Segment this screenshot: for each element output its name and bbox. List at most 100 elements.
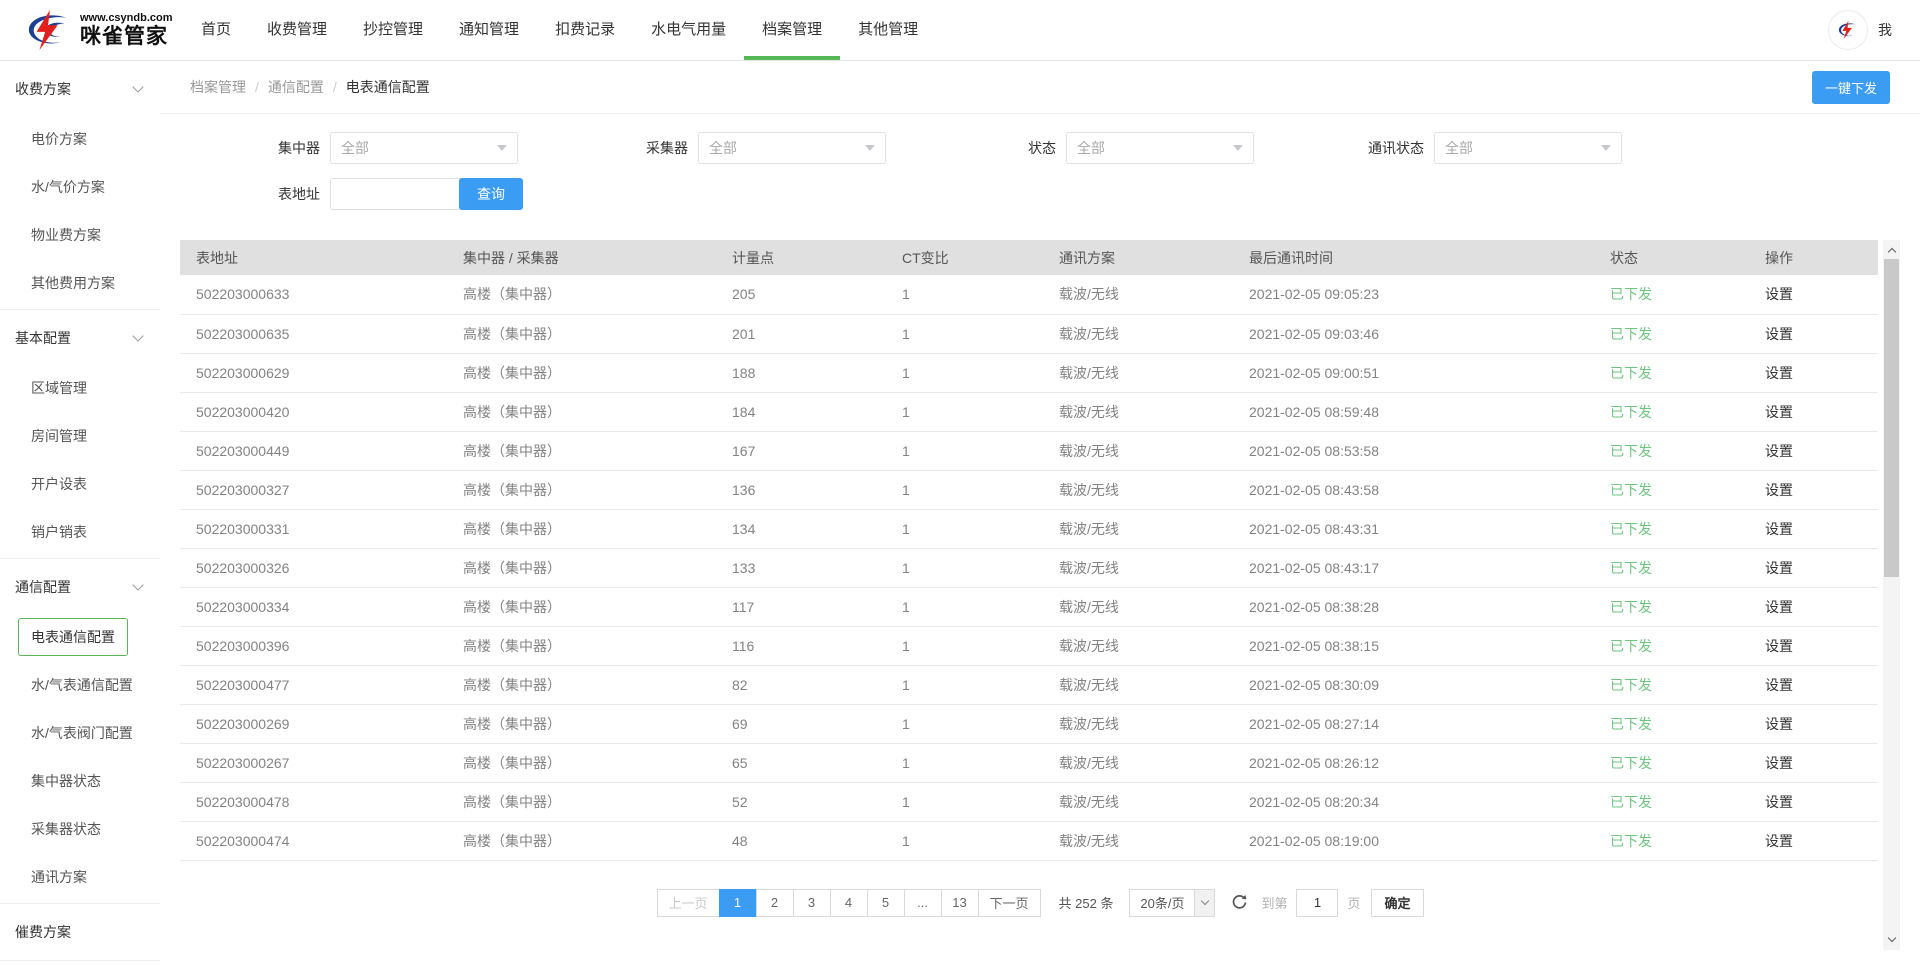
prev-page-button[interactable]: 上一页	[657, 889, 720, 917]
cell-action: 设置	[1749, 821, 1878, 860]
nav-tab-2[interactable]: 收费管理	[249, 0, 345, 60]
sidebar-item[interactable]: 通讯方案	[0, 853, 160, 901]
cell-status: 已下发	[1594, 704, 1749, 743]
page-button-13[interactable]: 13	[941, 889, 979, 917]
sidebar-item[interactable]: 电表通信配置	[0, 613, 160, 661]
status-badge: 已下发	[1610, 833, 1652, 849]
table-row: 502203000477高楼（集中器）821载波/无线2021-02-05 08…	[180, 665, 1878, 704]
settings-link[interactable]: 设置	[1765, 794, 1793, 810]
cell-device: 高楼（集中器）	[447, 314, 716, 353]
user-menu-label[interactable]: 我	[1878, 20, 1892, 40]
cell-action: 设置	[1749, 665, 1878, 704]
settings-link[interactable]: 设置	[1765, 443, 1793, 459]
search-button[interactable]: 查询	[459, 178, 523, 210]
goto-page-input[interactable]	[1296, 889, 1338, 917]
caret-down-icon	[865, 145, 875, 151]
status-badge: 已下发	[1610, 482, 1652, 498]
table-row: 502203000396高楼（集中器）1161载波/无线2021-02-05 0…	[180, 626, 1878, 665]
settings-link[interactable]: 设置	[1765, 365, 1793, 381]
comm-status-select[interactable]: 全部	[1434, 132, 1622, 164]
nav-tab-8[interactable]: 其他管理	[840, 0, 936, 60]
nav-tab-6[interactable]: 水电气用量	[633, 0, 744, 60]
settings-link[interactable]: 设置	[1765, 560, 1793, 576]
settings-link[interactable]: 设置	[1765, 638, 1793, 654]
scroll-up-icon[interactable]	[1883, 243, 1900, 258]
cell-comm-plan: 载波/无线	[1043, 509, 1233, 548]
settings-link[interactable]: 设置	[1765, 521, 1793, 537]
nav-tab-3[interactable]: 抄控管理	[345, 0, 441, 60]
settings-link[interactable]: 设置	[1765, 286, 1793, 302]
collector-select[interactable]: 全部	[698, 132, 886, 164]
sidebar-item[interactable]: 物业费方案	[0, 211, 160, 259]
cell-meter-address: 502203000629	[180, 353, 447, 392]
user-avatar[interactable]	[1828, 10, 1868, 50]
sidebar-item[interactable]: 水/气价方案	[0, 163, 160, 211]
sidebar-group-title[interactable]: 收费方案	[0, 63, 160, 115]
cell-action: 设置	[1749, 626, 1878, 665]
page-button-3[interactable]: 3	[793, 889, 831, 917]
settings-link[interactable]: 设置	[1765, 599, 1793, 615]
sidebar-item[interactable]: 销户销表	[0, 508, 160, 556]
scrollbar-thumb[interactable]	[1884, 259, 1899, 577]
sidebar-item[interactable]: 开户设表	[0, 460, 160, 508]
sidebar-item[interactable]: 房间管理	[0, 412, 160, 460]
nav-tab-4[interactable]: 通知管理	[441, 0, 537, 60]
sidebar: 收费方案电价方案水/气价方案物业费方案其他费用方案基本配置区域管理房间管理开户设…	[0, 61, 160, 966]
settings-link[interactable]: 设置	[1765, 677, 1793, 693]
cell-last-comm-time: 2021-02-05 08:43:58	[1233, 470, 1594, 509]
cell-status: 已下发	[1594, 314, 1749, 353]
sidebar-group-title[interactable]: 基本配置	[0, 312, 160, 364]
nav-tab-7[interactable]: 档案管理	[744, 0, 840, 60]
breadcrumb-item[interactable]: 档案管理	[190, 77, 246, 97]
sidebar-item[interactable]: 采集器状态	[0, 805, 160, 853]
settings-link[interactable]: 设置	[1765, 404, 1793, 420]
page-button-4[interactable]: 4	[830, 889, 868, 917]
brand-logo[interactable]: www.csyndb.com 咪雀管家	[0, 0, 183, 60]
confirm-button[interactable]: 确定	[1371, 889, 1423, 917]
settings-link[interactable]: 设置	[1765, 326, 1793, 342]
dispatch-all-button[interactable]: 一键下发	[1812, 71, 1890, 104]
page-size-select[interactable]: 20条/页	[1129, 889, 1215, 917]
caret-down-icon	[1233, 145, 1243, 151]
filter-area: 集中器 全部 采集器 全部 状态 全部	[160, 114, 1920, 210]
breadcrumb-item[interactable]: 通信配置	[268, 77, 324, 97]
concentrator-select[interactable]: 全部	[330, 132, 518, 164]
scroll-down-icon[interactable]	[1883, 932, 1900, 947]
page-button-2[interactable]: 2	[756, 889, 794, 917]
sidebar-group-label: 催费方案	[15, 922, 71, 942]
breadcrumb-separator: /	[255, 79, 259, 95]
settings-link[interactable]: 设置	[1765, 716, 1793, 732]
settings-link[interactable]: 设置	[1765, 833, 1793, 849]
vertical-scrollbar[interactable]	[1883, 240, 1900, 950]
chevron-down-icon	[132, 579, 143, 590]
settings-link[interactable]: 设置	[1765, 482, 1793, 498]
cell-ct-ratio: 1	[886, 782, 1043, 821]
table-row: 502203000327高楼（集中器）1361载波/无线2021-02-05 0…	[180, 470, 1878, 509]
settings-link[interactable]: 设置	[1765, 755, 1793, 771]
sidebar-item[interactable]: 其他费用方案	[0, 259, 160, 307]
comm-status-value: 全部	[1445, 138, 1473, 158]
status-select[interactable]: 全部	[1066, 132, 1254, 164]
sidebar-group-title[interactable]: 催费方案	[0, 906, 160, 958]
cell-ct-ratio: 1	[886, 821, 1043, 860]
cell-status: 已下发	[1594, 470, 1749, 509]
cell-last-comm-time: 2021-02-05 08:20:34	[1233, 782, 1594, 821]
page-button-1[interactable]: 1	[719, 889, 757, 917]
page-button-5[interactable]: 5	[867, 889, 905, 917]
nav-tab-1[interactable]: 首页	[183, 0, 249, 60]
nav-tab-5[interactable]: 扣费记录	[537, 0, 633, 60]
sidebar-item[interactable]: 电价方案	[0, 115, 160, 163]
refresh-button[interactable]	[1231, 894, 1248, 911]
sidebar-item[interactable]: 集中器状态	[0, 757, 160, 805]
sidebar-item[interactable]: 区域管理	[0, 364, 160, 412]
cell-comm-plan: 载波/无线	[1043, 587, 1233, 626]
sidebar-item[interactable]: 水/气表通信配置	[0, 661, 160, 709]
cell-metering-point: 65	[716, 743, 886, 782]
cell-meter-address: 502203000331	[180, 509, 447, 548]
chevron-down-icon	[132, 81, 143, 92]
sidebar-group-title[interactable]: 通信配置	[0, 561, 160, 613]
next-page-button[interactable]: 下一页	[978, 889, 1041, 917]
status-badge: 已下发	[1610, 521, 1652, 537]
sidebar-item[interactable]: 水/气表阀门配置	[0, 709, 160, 757]
concentrator-value: 全部	[341, 138, 369, 158]
